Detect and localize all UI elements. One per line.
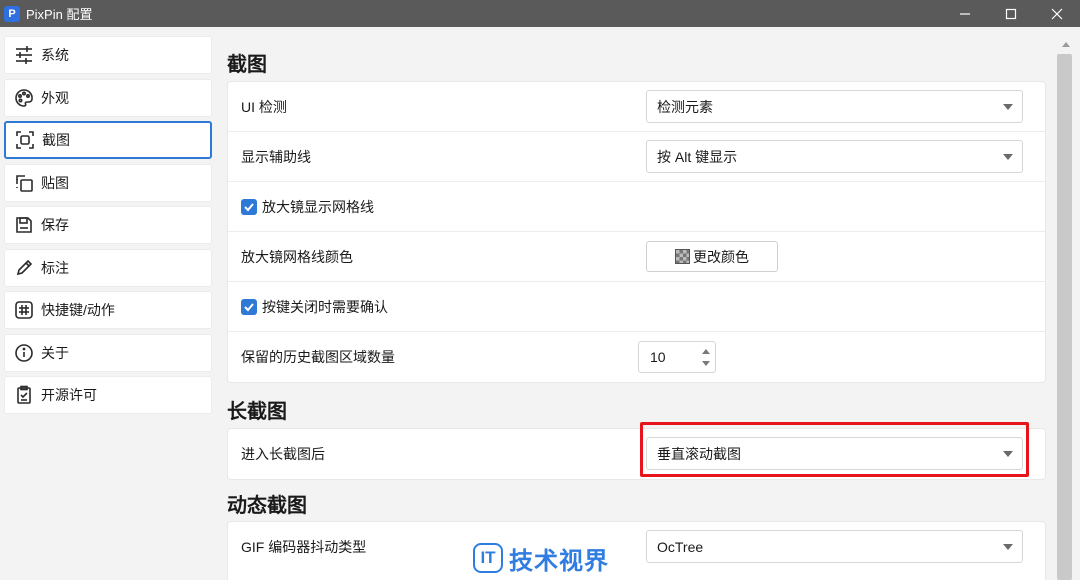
palette-icon xyxy=(13,87,35,109)
watermark-text: 技术视界 xyxy=(509,547,609,575)
dynamic-screenshot-panel: GIF 编码器抖动类型 OcTree xyxy=(227,521,1046,580)
magnifier-grid-checkbox[interactable] xyxy=(241,198,257,215)
chevron-down-icon xyxy=(1003,154,1013,160)
section-title-screenshot: 截图 xyxy=(227,54,267,76)
title-bar: P PixPin 配置 xyxy=(0,0,1080,27)
select-value: 按 Alt 键显示 xyxy=(657,148,738,165)
scrollbar-thumb[interactable] xyxy=(1057,54,1072,580)
sidebar-item-annotate[interactable]: 标注 xyxy=(4,248,212,287)
spin-up-icon[interactable] xyxy=(702,349,710,354)
clipboard-check-icon xyxy=(13,384,35,406)
gif-dither-label: GIF 编码器抖动类型 xyxy=(241,539,367,555)
close-icon xyxy=(1051,8,1063,19)
watermark-logo: IT xyxy=(473,543,503,573)
sidebar-item-label: 系统 xyxy=(41,47,69,63)
settings-sidebar: 系统 外观 截图 贴图 保存 标注 快捷键/动作 关于 开源许可 xyxy=(0,27,216,580)
magnifier-grid-row: 放大镜显示网格线 xyxy=(228,182,1045,232)
sidebar-item-label: 开源许可 xyxy=(41,387,97,403)
confirm-close-checkbox[interactable] xyxy=(241,298,257,315)
checkmark-icon xyxy=(244,202,254,211)
history-count-label: 保留的历史截图区域数量 xyxy=(241,349,395,365)
sidebar-item-label: 贴图 xyxy=(41,174,69,191)
window-title: PixPin 配置 xyxy=(26,7,93,22)
ui-detect-select[interactable]: 检测元素 xyxy=(646,90,1023,123)
magnifier-grid-label: 放大镜显示网格线 xyxy=(262,198,374,215)
change-color-label: 更改颜色 xyxy=(693,248,749,265)
sidebar-item-label: 快捷键/动作 xyxy=(41,302,115,318)
section-title-long-screenshot: 长截图 xyxy=(227,401,287,423)
guide-lines-select[interactable]: 按 Alt 键显示 xyxy=(646,140,1023,173)
sidebar-item-label: 关于 xyxy=(41,344,69,361)
spinbox-value: 10 xyxy=(650,349,666,365)
select-value: 检测元素 xyxy=(657,98,713,115)
highlight-annotation xyxy=(640,422,1029,477)
pixpin-app-icon: P xyxy=(4,5,20,22)
pencil-icon xyxy=(13,257,35,279)
scroll-up-icon[interactable] xyxy=(1062,42,1070,47)
sidebar-item-licenses[interactable]: 开源许可 xyxy=(4,376,212,414)
grid-color-row: 放大镜网格线颜色 更改颜色 xyxy=(228,232,1045,282)
sliders-icon xyxy=(13,44,35,66)
guide-lines-row: 显示辅助线 按 Alt 键显示 xyxy=(228,132,1045,182)
section-title-dynamic-screenshot: 动态截图 xyxy=(227,495,307,517)
sidebar-item-label: 外观 xyxy=(41,89,69,106)
sidebar-item-about[interactable]: 关于 xyxy=(4,333,212,372)
select-value: OcTree xyxy=(657,538,704,555)
vertical-scrollbar[interactable] xyxy=(1053,27,1080,580)
spin-down-icon[interactable] xyxy=(702,361,710,366)
sidebar-item-appearance[interactable]: 外观 xyxy=(4,78,212,117)
gif-dither-select[interactable]: OcTree xyxy=(646,530,1023,563)
sidebar-item-label: 截图 xyxy=(42,132,70,148)
sidebar-item-shortcuts[interactable]: 快捷键/动作 xyxy=(4,291,212,329)
chevron-down-icon xyxy=(1003,544,1013,550)
sidebar-item-label: 保存 xyxy=(41,217,69,233)
change-color-button[interactable]: 更改颜色 xyxy=(646,241,778,272)
sidebar-item-system[interactable]: 系统 xyxy=(4,36,212,74)
sidebar-item-screenshot[interactable]: 截图 xyxy=(4,121,212,159)
minimize-icon xyxy=(960,12,970,15)
info-icon xyxy=(13,342,35,364)
screenshot-settings-panel: UI 检测 检测元素 显示辅助线 按 Alt 键显示 放大镜显示网格线 放大镜网… xyxy=(227,81,1046,383)
minimize-button[interactable] xyxy=(942,0,988,27)
ui-detect-row: UI 检测 检测元素 xyxy=(228,82,1045,132)
screenshot-icon xyxy=(14,129,36,151)
checkmark-icon xyxy=(244,302,254,311)
confirm-close-row: 按键关闭时需要确认 xyxy=(228,282,1045,332)
maximize-icon xyxy=(1005,8,1017,19)
hash-icon xyxy=(13,299,35,321)
close-button[interactable] xyxy=(1034,0,1080,27)
color-swatch-icon xyxy=(675,249,690,264)
save-icon xyxy=(13,214,35,236)
sidebar-item-label: 标注 xyxy=(41,259,69,276)
pin-copy-icon xyxy=(13,172,35,194)
grid-color-label: 放大镜网格线颜色 xyxy=(241,248,353,265)
settings-content: 截图 UI 检测 检测元素 显示辅助线 按 Alt 键显示 放大镜显示网格线 放… xyxy=(227,27,1047,580)
sidebar-item-save[interactable]: 保存 xyxy=(4,206,212,244)
history-count-row: 保留的历史截图区域数量 10 xyxy=(228,332,1045,382)
gif-dither-row: GIF 编码器抖动类型 OcTree xyxy=(228,522,1045,572)
history-count-spinbox[interactable]: 10 xyxy=(638,341,716,373)
after-enter-label: 进入长截图后 xyxy=(241,446,325,462)
maximize-button[interactable] xyxy=(988,0,1034,27)
guide-lines-label: 显示辅助线 xyxy=(241,148,311,165)
ui-detect-label: UI 检测 xyxy=(241,98,287,115)
watermark: IT 技术视界 xyxy=(473,541,609,575)
confirm-close-label: 按键关闭时需要确认 xyxy=(262,298,388,315)
sidebar-item-pin[interactable]: 贴图 xyxy=(4,163,212,202)
chevron-down-icon xyxy=(1003,104,1013,110)
